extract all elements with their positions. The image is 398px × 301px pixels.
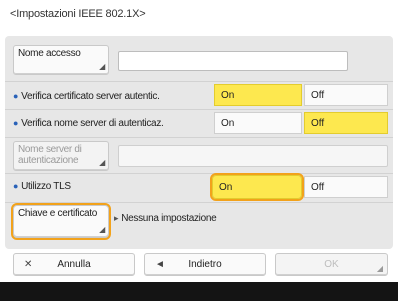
ok-button[interactable]: OK ◢ [275,253,388,276]
corner-arrow-icon: ◢ [99,225,105,234]
ok-label: OK [324,259,339,270]
back-button[interactable]: ◄ Indietro [144,253,266,276]
login-name-button[interactable]: Nome accesso ◢ [13,45,109,75]
login-name-field[interactable] [118,51,348,71]
use-tls-label: ● Utilizzo TLS [13,181,71,192]
status-bar [0,282,398,301]
verify-name-on-button[interactable]: On [214,112,302,134]
divider [5,81,393,82]
corner-arrow-icon: ◢ [99,158,105,167]
divider [5,137,393,138]
verify-cert-label: ● Verifica certificato server autentic. [13,91,160,102]
server-name-field[interactable] [118,145,388,167]
cancel-label: Annulla [57,259,91,270]
verify-cert-on-button[interactable]: On [214,84,302,106]
server-name-button[interactable]: Nome server di autenticazione ◢ [13,141,109,171]
page-title: <Impostazioni IEEE 802.1X> [10,8,146,20]
corner-arrow-icon: ◢ [99,62,105,71]
use-tls-off-button[interactable]: Off [304,176,388,198]
key-cert-status: ▸ Nessuna impostazione [114,213,217,224]
bullet-icon: ● [13,91,19,101]
cancel-button[interactable]: ✕ Annulla [13,253,135,276]
verify-name-label: ● Verifica nome server di autenticaz. [13,118,164,129]
verify-name-off-button[interactable]: Off [304,112,388,134]
key-cert-button[interactable]: Chiave e certificato ◢ [11,203,111,240]
key-cert-label: Chiave e certificato [18,208,98,219]
corner-arrow-icon: ◢ [376,264,383,273]
divider [5,109,393,110]
divider [5,202,393,203]
divider [5,173,393,174]
login-name-label: Nome accesso [18,48,81,59]
use-tls-on-button[interactable]: On [210,173,304,201]
bullet-icon: ▸ [114,213,119,223]
server-name-label: Nome server di autenticazione [18,144,82,166]
verify-cert-off-button[interactable]: Off [304,84,388,106]
bullet-icon: ● [13,181,19,191]
back-label: Indietro [188,259,222,270]
bullet-icon: ● [13,118,19,128]
